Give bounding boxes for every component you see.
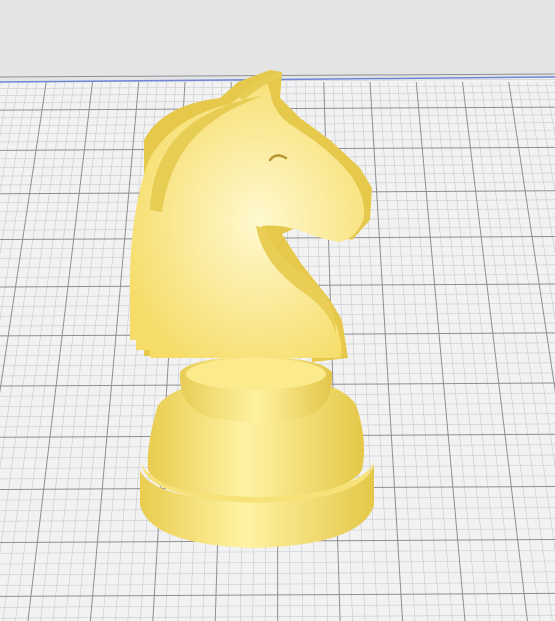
3d-viewport[interactable] bbox=[0, 0, 555, 621]
viewport-scene[interactable] bbox=[0, 0, 555, 621]
viewport-background bbox=[0, 0, 555, 82]
knight-collar-top bbox=[186, 358, 326, 390]
